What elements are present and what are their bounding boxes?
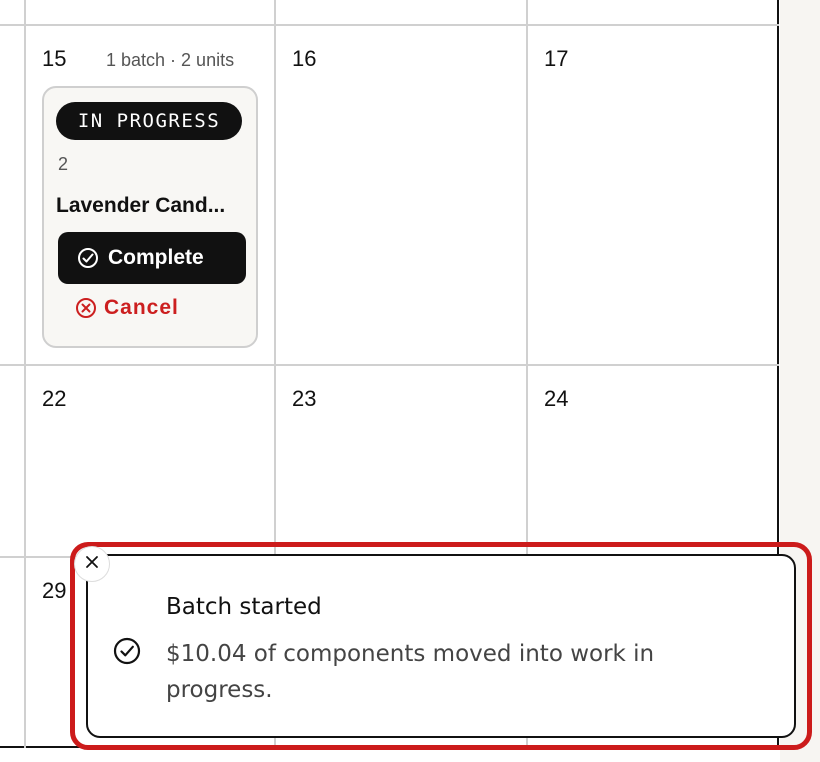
status-badge: IN PROGRESS	[56, 102, 242, 140]
toast-notification: Batch started $10.04 of components moved…	[86, 554, 796, 738]
day-number: 24	[544, 386, 569, 411]
day-number: 22	[42, 386, 67, 411]
toast-description: $10.04 of components moved into work in …	[166, 641, 655, 703]
close-icon	[84, 554, 100, 575]
x-circle-icon	[74, 296, 98, 320]
day-number: 15	[42, 46, 67, 71]
cancel-button[interactable]: Cancel	[74, 296, 179, 320]
day-number: 17	[544, 46, 569, 71]
toast-title: Batch started	[166, 594, 322, 620]
day-number: 29	[42, 578, 67, 603]
day-batch-summary: 1 batch · 2 units	[106, 50, 235, 70]
day-cell-16[interactable]: 16	[276, 26, 526, 364]
day-cell-17[interactable]: 17	[528, 26, 778, 364]
calendar-page: 15 1 batch · 2 units IN PROGRESS 2 Laven…	[0, 0, 820, 762]
day-cell-22[interactable]: 22	[26, 366, 274, 556]
toast-close-button[interactable]	[74, 546, 110, 582]
day-number: 23	[292, 386, 317, 411]
day-cell-23[interactable]: 23	[276, 366, 526, 556]
day-number: 16	[292, 46, 317, 71]
check-circle-icon	[112, 636, 142, 666]
complete-label: Complete	[108, 246, 204, 269]
check-circle-icon	[76, 246, 100, 270]
batch-name: Lavender Cand...	[56, 194, 226, 217]
batch-quantity: 2	[58, 154, 69, 174]
complete-button[interactable]: Complete	[58, 232, 246, 284]
day-cell-24[interactable]: 24	[528, 366, 778, 556]
cancel-label: Cancel	[104, 296, 179, 319]
batch-card[interactable]: IN PROGRESS 2 Lavender Cand... Complete …	[42, 86, 258, 348]
